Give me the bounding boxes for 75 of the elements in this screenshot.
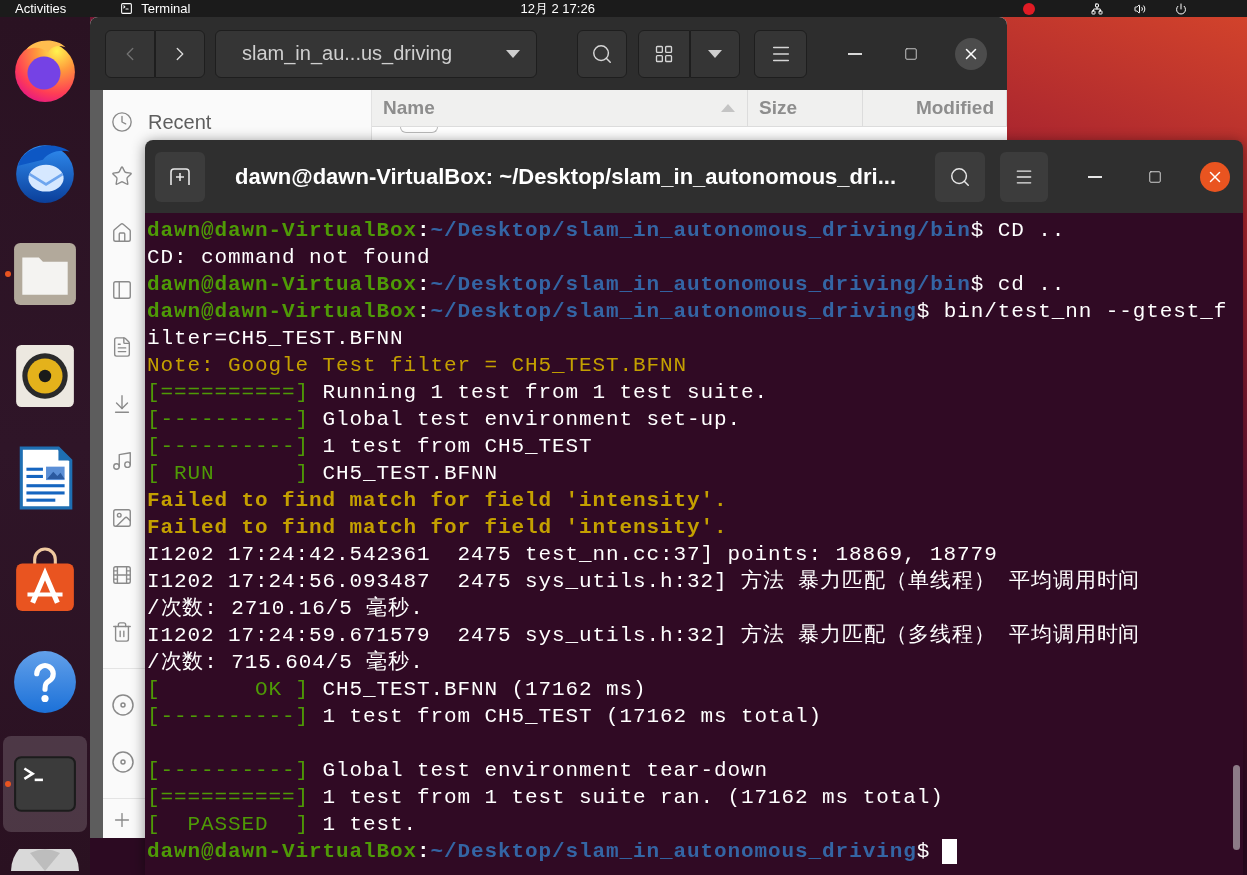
prompt-line: dawn@dawn-VirtualBox:~/Desktop/slam_in_autonomous_driving$ — [147, 839, 931, 865]
new-tab-button[interactable] — [155, 151, 205, 202]
menu-button[interactable] — [1000, 151, 1048, 202]
search-button[interactable] — [577, 29, 627, 78]
test-output-line: [ PASSED ] 1 test. — [147, 812, 418, 838]
test-output-line: [----------] 1 test from CH5_TEST (17162 ms total) — [147, 704, 823, 730]
test-output-line: [----------] Global test environment tear-down — [147, 758, 769, 784]
output-line: CD: command not found — [147, 245, 431, 271]
close-button[interactable] — [1200, 161, 1230, 192]
path-button[interactable]: slam_in_au...us_driving — [215, 29, 537, 78]
dock-item[interactable] — [10, 849, 80, 871]
clock[interactable]: 12月 2 17:26 — [520, 0, 595, 17]
output-line: /次数: 2710.16/5 毫秒. — [147, 595, 424, 622]
clock-icon — [111, 111, 133, 133]
output-line: /次数: 715.604/5 毫秒. — [147, 649, 424, 676]
menu-button[interactable] — [754, 29, 807, 78]
minimize-icon — [1088, 175, 1102, 178]
note-line: Note: Google Test filter = CH5_TEST.BFNN — [147, 353, 688, 379]
prompt-line: dawn@dawn-VirtualBox:~/Desktop/slam_in_autonomous_driving/bin$ cd .. — [147, 272, 1066, 298]
disc-icon — [111, 750, 135, 774]
panel-icon — [111, 279, 133, 301]
activities-button[interactable]: Activities — [15, 0, 67, 17]
document-icon — [111, 336, 133, 358]
sidebar-item[interactable]: Recent — [103, 104, 371, 140]
search-button[interactable] — [935, 151, 985, 202]
network-icon — [1091, 2, 1103, 15]
folder-icon — [12, 241, 78, 307]
grid-view-button[interactable] — [638, 29, 690, 78]
search-icon — [591, 42, 613, 65]
path-label: slam_in_au...us_driving — [242, 42, 453, 65]
volume-icon — [1134, 2, 1146, 15]
terminal-icon — [120, 2, 134, 15]
test-output-line: [----------] Global test environment set-up. — [147, 407, 742, 433]
close-button[interactable] — [955, 37, 987, 70]
sidebar-label: Recent — [148, 110, 212, 134]
column-label: Size — [759, 97, 798, 119]
warning-line: Failed to find match for field 'intensity'. — [147, 515, 728, 541]
new-tab-icon — [170, 167, 190, 186]
help-icon — [12, 649, 78, 715]
minimize-icon — [848, 52, 862, 55]
power-icon — [1175, 2, 1187, 15]
film-icon — [111, 564, 133, 586]
trash-icon — [111, 621, 133, 643]
music-note-icon — [111, 450, 133, 472]
test-output-line: [==========] 1 test from 1 test suite ran. (17162 ms total) — [147, 785, 944, 811]
maximize-icon — [1148, 169, 1162, 184]
home-icon — [111, 222, 133, 244]
output-line: I1202 17:24:56.093487 2475 sys_utils.h:32] 方法 暴力匹配（单线程） 平均调用时间 — [147, 568, 1141, 595]
column-label: Modified — [915, 97, 994, 119]
test-output-line: [ OK ] CH5_TEST.BFNN (17162 ms) — [147, 677, 647, 703]
caret-icon — [708, 49, 722, 58]
column-label: Name — [383, 97, 435, 119]
output-line: I1202 17:24:42.542361 2475 test_nn.cc:37] points: 18869, 18779 — [147, 542, 998, 568]
view-options-button[interactable] — [690, 29, 740, 78]
output-line: ilter=CH5_TEST.BFNN — [147, 326, 404, 352]
window-title: dawn@dawn-VirtualBox: ~/Desktop/slam_in_autonomous_dri... — [235, 163, 897, 190]
prompt-line: dawn@dawn-VirtualBox:~/Desktop/slam_in_autonomous_driving/bin$ CD .. — [147, 218, 1066, 244]
prompt-line: dawn@dawn-VirtualBox:~/Desktop/slam_in_autonomous_driving$ bin/test_nn --gtest_f — [147, 299, 1228, 325]
dock-item[interactable] — [12, 649, 78, 715]
star-icon — [111, 165, 133, 187]
test-output-line: [----------] 1 test from CH5_TEST — [147, 434, 593, 460]
picture-icon — [111, 507, 133, 529]
output-line: I1202 17:24:59.671579 2475 sys_utils.h:32] 方法 暴力匹配（多线程） 平均调用时间 — [147, 622, 1141, 649]
caret-icon — [506, 49, 520, 58]
app-menu-button[interactable]: Terminal — [120, 0, 191, 17]
disc-icon — [111, 693, 135, 717]
test-output-line: [==========] Running 1 test from 1 test suite. — [147, 380, 769, 406]
maximize-icon — [904, 46, 918, 61]
search-icon — [949, 165, 971, 188]
scrollbar-thumb[interactable] — [1233, 765, 1240, 850]
status-dot-icon — [1023, 2, 1035, 15]
grid-icon — [654, 43, 674, 64]
dock-item[interactable] — [12, 241, 78, 307]
warning-line: Failed to find match for field 'intensity'. — [147, 488, 728, 514]
test-output-line: [ RUN ] CH5_TEST.BFNN — [147, 461, 499, 487]
